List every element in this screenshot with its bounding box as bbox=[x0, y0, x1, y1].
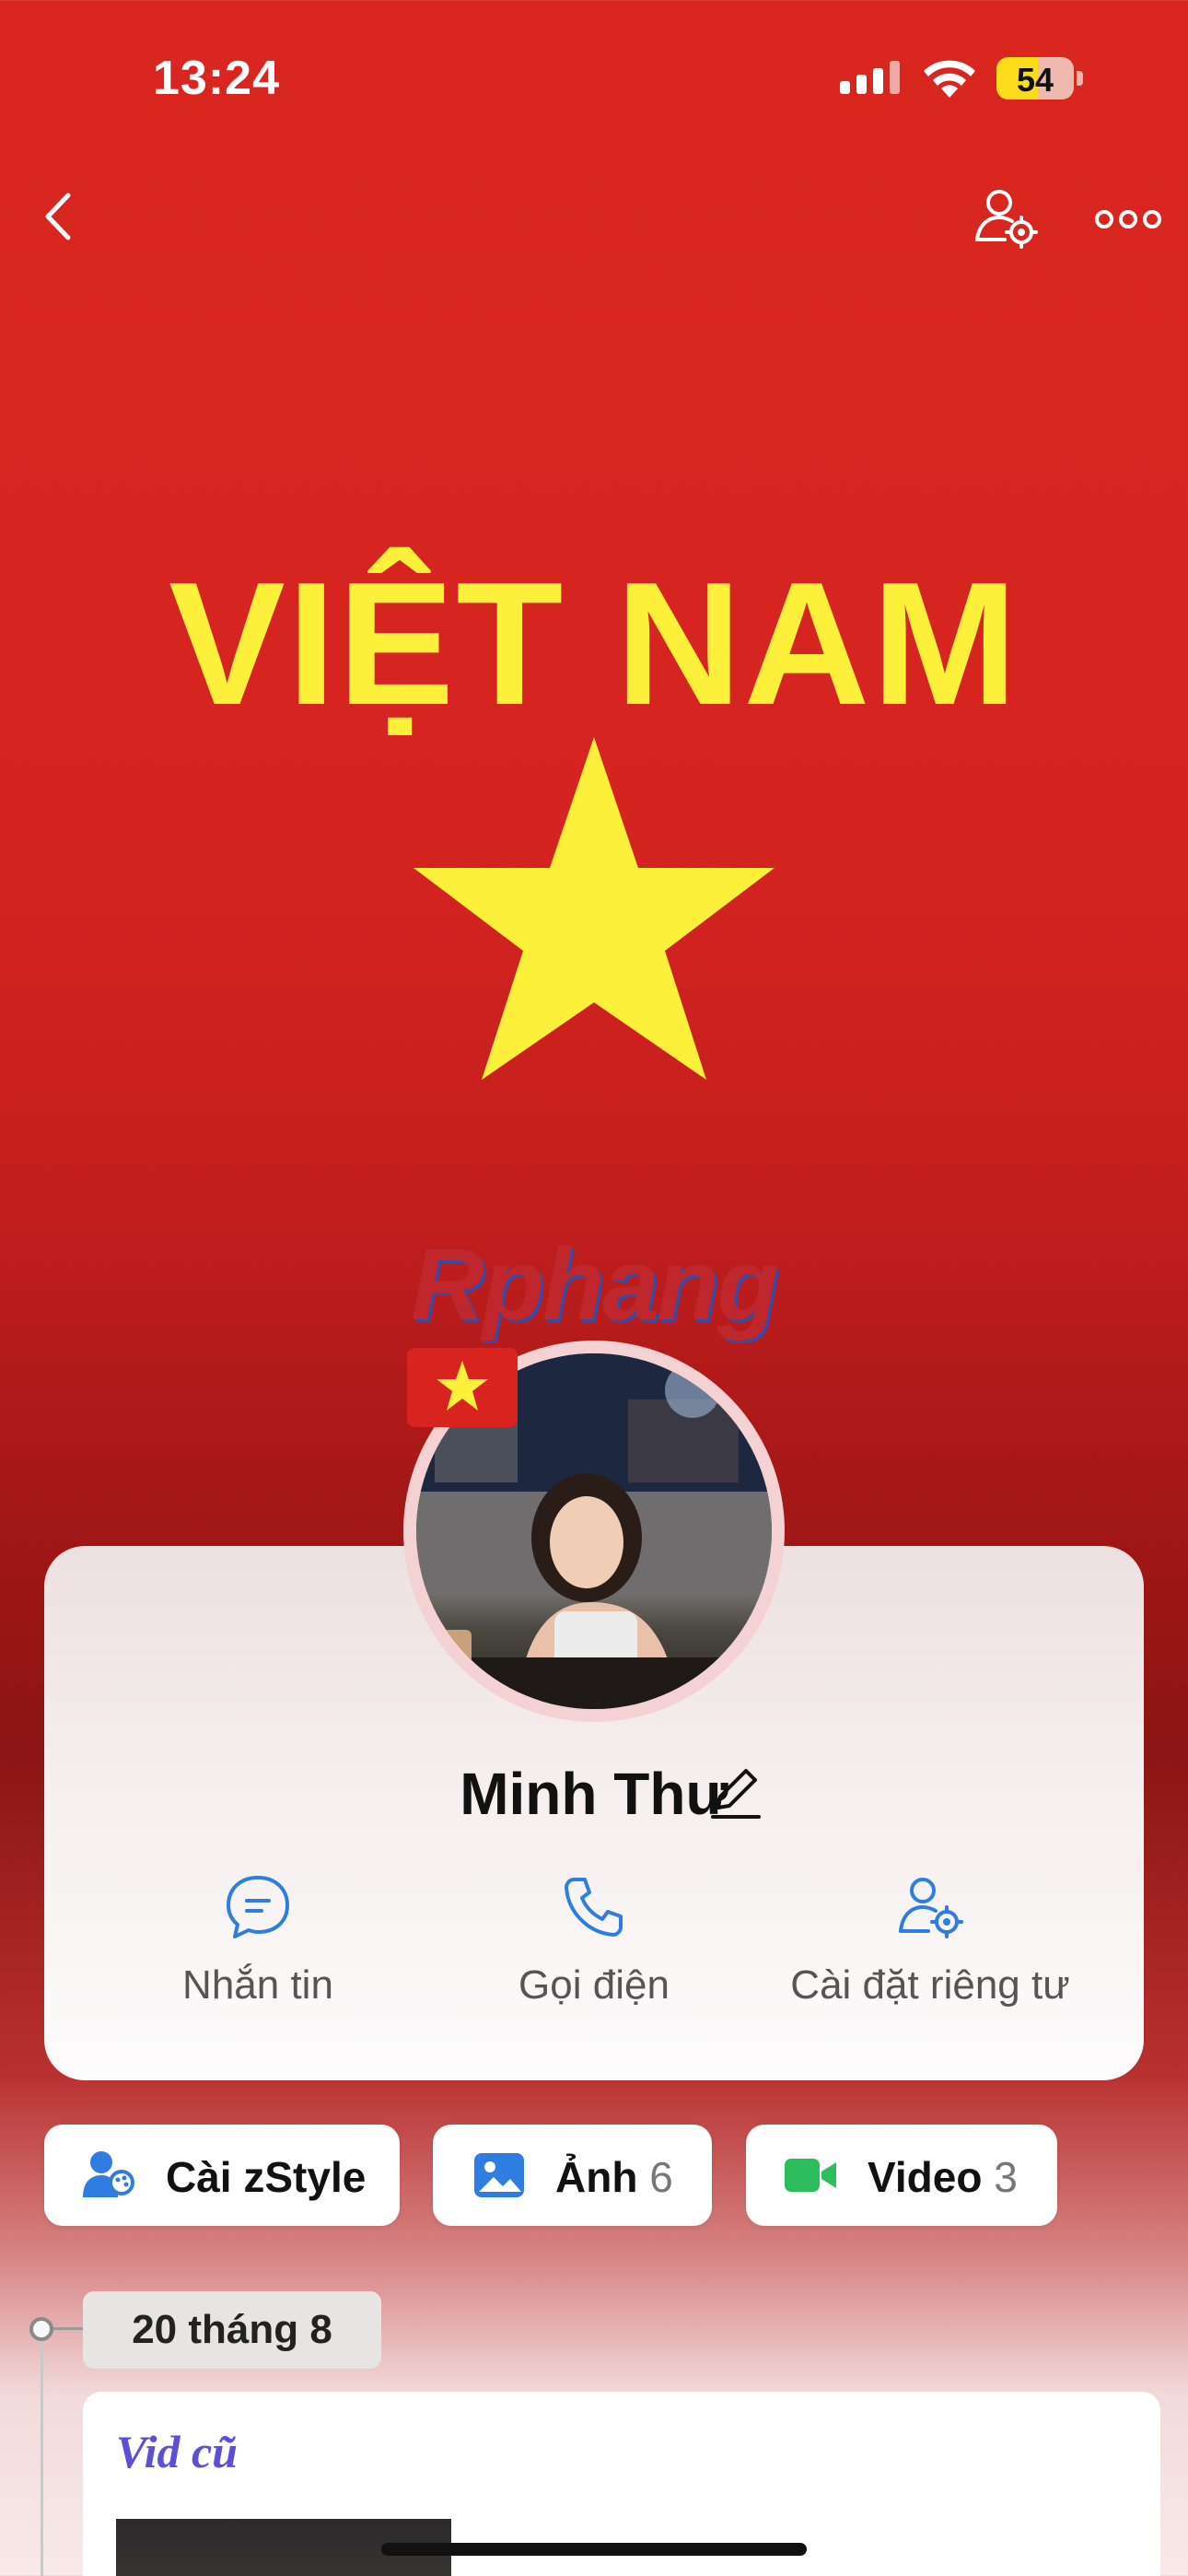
status-time: 13:24 bbox=[153, 52, 280, 105]
pencil-icon[interactable] bbox=[709, 1762, 763, 1821]
battery-body: 54 bbox=[996, 57, 1074, 100]
message-icon bbox=[227, 1876, 289, 1938]
timeline-dot bbox=[29, 2317, 53, 2341]
user-settings-icon bbox=[899, 1878, 963, 1938]
timeline-line bbox=[41, 2329, 43, 2576]
message-button[interactable]: Nhắn tin bbox=[87, 1870, 428, 2036]
timeline-connector bbox=[53, 2327, 85, 2330]
call-label: Gọi điện bbox=[518, 1962, 670, 2008]
battery-level: 54 bbox=[1016, 61, 1054, 99]
call-button[interactable]: Gọi điện bbox=[424, 1870, 764, 2036]
vietnam-flag-icon bbox=[407, 1348, 518, 1427]
profile-name: Minh Thư bbox=[460, 1761, 728, 1827]
profile-settings-button[interactable] bbox=[972, 184, 1040, 252]
watermark-logo: Rphang bbox=[411, 1228, 778, 1341]
zstyle-label: Cài zStyle bbox=[166, 2153, 367, 2201]
post-title: Vid cũ bbox=[116, 2426, 238, 2477]
battery-cap bbox=[1077, 71, 1083, 86]
battery-indicator: 54 bbox=[996, 57, 1083, 100]
home-indicator bbox=[381, 2543, 807, 2556]
videos-label-text: Video bbox=[868, 2153, 983, 2201]
zstyle-icon bbox=[83, 2151, 134, 2197]
timeline-date: 20 tháng 8 bbox=[83, 2291, 381, 2369]
photos-button[interactable]: Ảnh 6 bbox=[433, 2125, 712, 2226]
zstyle-button[interactable]: Cài zStyle bbox=[44, 2125, 400, 2226]
privacy-settings-label: Cài đặt riêng tư bbox=[790, 1962, 1070, 2008]
videos-button[interactable]: Video 3 bbox=[746, 2125, 1057, 2226]
video-camera-icon bbox=[785, 2159, 836, 2192]
videos-label: Video 3 bbox=[868, 2152, 1018, 2202]
photos-label-text: Ảnh bbox=[555, 2153, 638, 2201]
image-icon bbox=[474, 2153, 524, 2197]
wifi-icon bbox=[924, 60, 975, 98]
cover-title: VIỆT NAM bbox=[169, 546, 1019, 742]
more-options-button[interactable] bbox=[1091, 192, 1165, 247]
message-label: Nhắn tin bbox=[182, 1962, 333, 2008]
back-button[interactable] bbox=[28, 184, 92, 249]
privacy-settings-button[interactable]: Cài đặt riêng tư bbox=[760, 1870, 1101, 2036]
photos-count: 6 bbox=[649, 2153, 673, 2201]
photos-label: Ảnh 6 bbox=[555, 2152, 673, 2202]
phone-icon bbox=[565, 1878, 623, 1937]
cellular-signal-icon bbox=[840, 61, 900, 94]
videos-count: 3 bbox=[994, 2153, 1018, 2201]
star-icon bbox=[413, 737, 775, 1080]
